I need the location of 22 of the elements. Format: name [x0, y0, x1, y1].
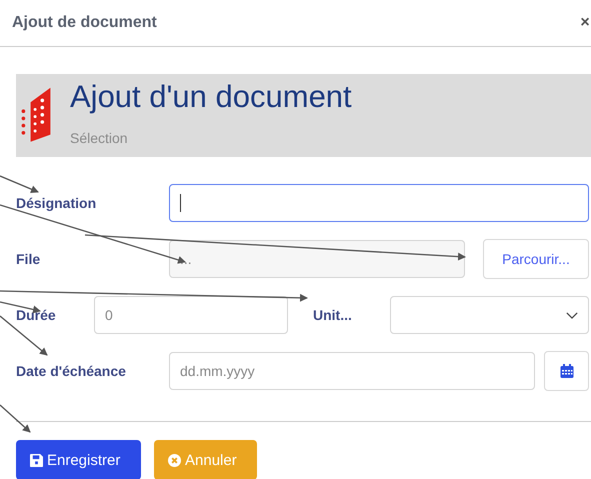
calendar-icon — [560, 364, 574, 378]
duration-field[interactable]: 0 — [94, 296, 288, 334]
date-field[interactable]: dd.mm.yyyy — [169, 352, 535, 390]
field-label: Unit... — [313, 307, 353, 323]
field-label: File — [16, 251, 42, 267]
cancel-button[interactable]: Annuler — [154, 440, 257, 479]
save-button[interactable]: Enregistrer — [16, 440, 141, 479]
calendar-button[interactable] — [544, 351, 589, 391]
page-heading: Ajout d'un document — [70, 78, 352, 116]
annotation-arrow — [0, 175, 39, 193]
close-button[interactable]: × — [580, 14, 590, 32]
field-label: Date d'échéance — [16, 363, 127, 379]
field-label: Désignation — [16, 195, 98, 211]
page-subtitle: Sélection — [70, 130, 129, 146]
close-circle-icon — [168, 454, 181, 466]
annotation-arrow — [0, 404, 31, 433]
dialog-title: Ajout de document — [12, 14, 157, 32]
browse-button[interactable]: Parcourir... — [483, 239, 589, 279]
field-label: Durée — [16, 307, 57, 323]
file-field[interactable]: ... — [169, 240, 465, 278]
designation-field[interactable] — [169, 184, 589, 222]
chevron-down-icon — [566, 312, 578, 318]
